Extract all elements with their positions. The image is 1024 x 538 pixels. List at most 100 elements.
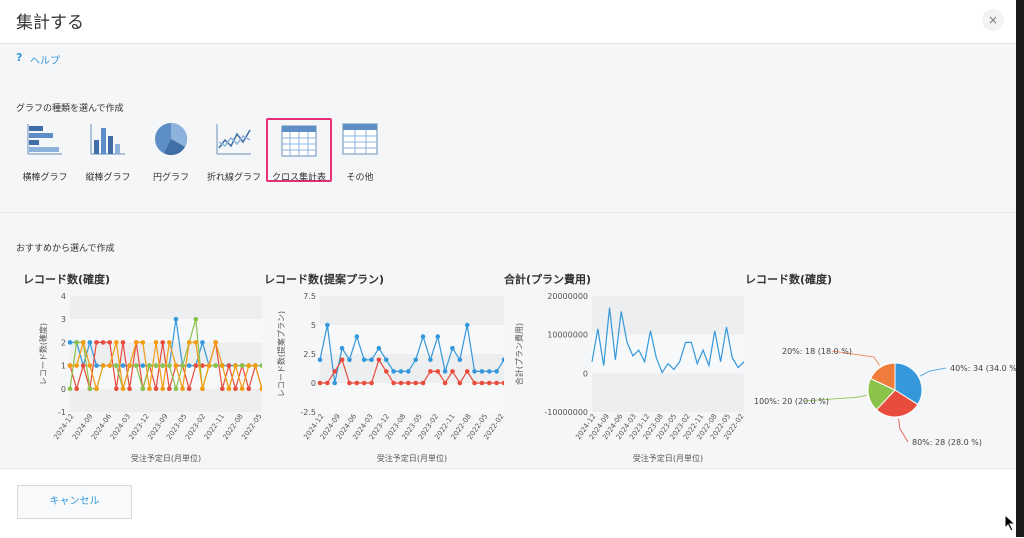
chart-title: レコード数(確度) xyxy=(23,273,111,286)
data-point xyxy=(114,363,119,368)
data-point xyxy=(87,340,93,345)
data-point xyxy=(325,322,330,328)
help-icon[interactable]: ? xyxy=(16,51,22,64)
data-point xyxy=(120,340,126,345)
recommended-chart-confidence-pie[interactable]: 40%: 34 (34.0 %) 80%: 28 (28.0 %) 100%: 20… xyxy=(744,286,1016,466)
chart-title: レコード数(確度) xyxy=(745,273,833,286)
data-point xyxy=(94,386,99,392)
data-point xyxy=(317,357,323,363)
recommended-chart-plan-line[interactable]: 7.552.50-2.52024-122024-092024-062024-03… xyxy=(262,286,504,466)
y-tick-label: 7.5 xyxy=(303,292,316,301)
vertical-bar-chart-icon xyxy=(90,124,125,155)
data-point xyxy=(494,380,499,386)
plot-band xyxy=(320,296,504,325)
cancel-button[interactable]: キャンセル xyxy=(17,485,132,519)
dialog-footer xyxy=(0,468,1016,538)
pie-chart-icon xyxy=(155,122,188,156)
data-point xyxy=(239,363,245,368)
y-tick-label: 3 xyxy=(61,315,66,324)
data-point xyxy=(246,386,252,392)
graph-type-heading: グラフの種類を選んで作成 xyxy=(16,104,124,114)
data-point xyxy=(180,363,185,368)
pie-leader-line xyxy=(920,367,947,377)
window-edge xyxy=(1016,0,1024,537)
data-point xyxy=(147,386,152,392)
data-point xyxy=(413,380,418,386)
data-point xyxy=(226,363,232,368)
data-point xyxy=(472,369,477,374)
recommended-chart-confidence-line[interactable]: 43210-12024-122024-092024-062024-032023-… xyxy=(0,286,262,466)
data-point xyxy=(87,363,93,368)
graph-type-vertical-bar[interactable]: 縦棒グラフ xyxy=(73,118,143,183)
plot-band xyxy=(592,296,744,335)
data-point xyxy=(428,369,433,374)
graph-type-other[interactable]: その他 xyxy=(325,118,395,183)
data-point xyxy=(193,363,199,368)
data-point xyxy=(67,363,73,368)
y-tick-label: 2 xyxy=(61,338,66,347)
data-point xyxy=(200,340,205,345)
data-point xyxy=(442,369,448,374)
data-point xyxy=(213,340,218,345)
pie-slice-label: 100%: 20 (20.0 %) xyxy=(754,397,829,406)
data-point xyxy=(369,357,374,363)
plot-band xyxy=(320,325,504,354)
data-point xyxy=(167,386,172,392)
data-point xyxy=(100,340,106,345)
data-point xyxy=(180,386,185,392)
help-link[interactable]: ヘルプ xyxy=(30,52,60,67)
graph-type-label: クロス集計表 xyxy=(271,173,326,183)
data-point xyxy=(127,386,132,392)
plot-band xyxy=(320,383,504,412)
data-point xyxy=(94,340,99,345)
data-point xyxy=(206,363,212,368)
data-point xyxy=(186,386,192,392)
data-point xyxy=(347,380,352,386)
data-point xyxy=(193,340,199,345)
x-axis-label: 受注予定日(月単位) xyxy=(131,453,201,463)
data-point xyxy=(160,340,165,345)
data-point xyxy=(479,380,485,386)
data-point xyxy=(140,363,146,368)
data-point xyxy=(325,380,330,386)
data-point xyxy=(332,380,338,386)
graph-type-pie[interactable]: 円グラフ xyxy=(136,118,206,183)
data-point xyxy=(420,334,426,339)
data-point xyxy=(153,363,159,368)
data-point xyxy=(339,357,345,363)
data-point xyxy=(153,386,159,392)
data-point xyxy=(376,357,382,363)
chart-title: 合計(プラン費用) xyxy=(504,273,592,286)
data-point xyxy=(140,340,146,345)
y-axis-label: 合計(プラン費用) xyxy=(514,323,524,385)
data-point xyxy=(233,363,238,368)
recommended-chart-cost-line[interactable]: 20000000100000000-100000002024-122024-09… xyxy=(504,286,744,466)
graph-type-cross-table[interactable]: クロス集計表 xyxy=(266,118,332,183)
data-point xyxy=(80,340,86,345)
data-point xyxy=(133,340,139,345)
data-point xyxy=(153,340,159,345)
data-point xyxy=(391,369,396,374)
line-chart-icon xyxy=(216,124,251,155)
y-tick-label: 20000000 xyxy=(547,292,588,301)
pie-slice-label: 80%: 28 (28.0 %) xyxy=(912,438,982,447)
data-point xyxy=(391,380,396,386)
graph-type-line[interactable]: 折れ線グラフ xyxy=(199,118,269,183)
aggregate-dialog: 集計する × ? ヘルプ グラフの種類を選んで作成 横棒グラフ 縦棒グラフ 円グ… xyxy=(0,0,1017,538)
data-point xyxy=(167,340,172,345)
data-point xyxy=(464,369,470,374)
data-point xyxy=(173,363,179,368)
graph-type-horizontal-bar[interactable]: 横棒グラフ xyxy=(10,118,80,183)
data-point xyxy=(107,340,113,345)
data-point xyxy=(219,363,225,368)
plot-band xyxy=(592,373,744,412)
close-button[interactable]: × xyxy=(982,9,1004,31)
data-point xyxy=(398,369,404,374)
data-point xyxy=(114,386,119,392)
help-bar: ? ヘルプ xyxy=(0,44,1016,72)
graph-type-label: 円グラフ xyxy=(152,173,189,183)
data-point xyxy=(494,369,499,374)
data-point xyxy=(233,386,238,392)
y-tick-label: 5 xyxy=(311,321,316,330)
data-point xyxy=(472,380,477,386)
